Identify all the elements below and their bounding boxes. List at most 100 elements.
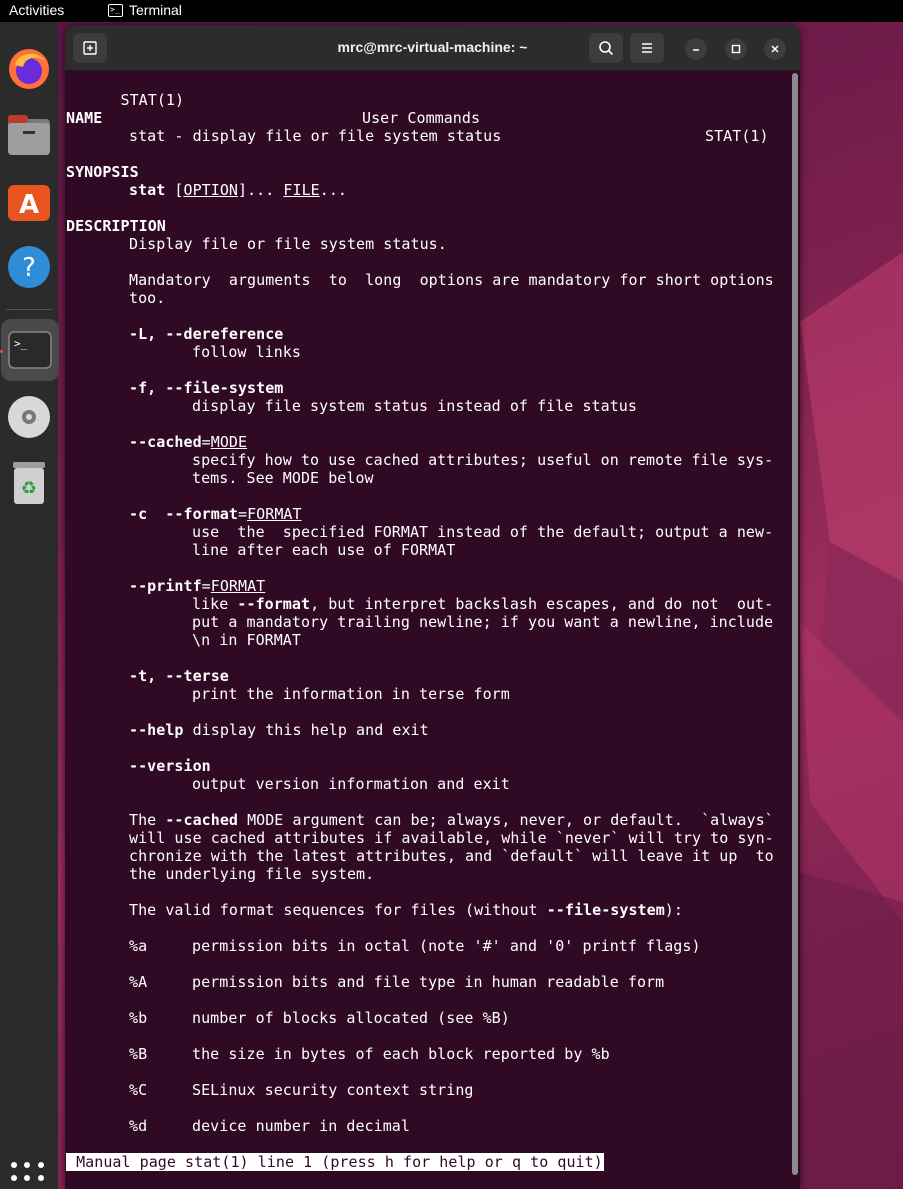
synopsis-mid: ]... (238, 181, 284, 199)
top-bar: Activities >_ Terminal (0, 0, 903, 22)
name-text: stat - display file or file system statu… (129, 127, 502, 145)
format-code: %A (129, 973, 148, 991)
format-desc: permission bits and file type in human r… (192, 973, 665, 991)
desc-line: too. (129, 289, 166, 307)
firefox-icon (9, 49, 49, 89)
synopsis-file: FILE (283, 181, 320, 199)
synopsis-cmd: stat (129, 181, 166, 199)
app-center-icon: A (8, 185, 50, 221)
minimize-button[interactable] (685, 38, 707, 60)
dock-disc[interactable] (4, 392, 54, 442)
mode-paragraph: the underlying file system. (129, 865, 375, 883)
man-header: STAT(1) User Commands STAT(1) (66, 73, 769, 145)
format-code: %C (129, 1081, 148, 1099)
svg-text:?: ? (22, 253, 36, 283)
option-printf-arg: FORMAT (210, 577, 266, 595)
maximize-icon (731, 44, 741, 54)
disc-icon (8, 396, 50, 438)
header-left: STAT(1) (120, 91, 185, 109)
maximize-button[interactable] (725, 38, 747, 60)
option-version-desc: output version information and exit (192, 775, 510, 793)
hamburger-menu-icon (642, 43, 652, 53)
dock-app-center[interactable]: A (4, 176, 54, 226)
valid-part: ): (664, 901, 683, 919)
mode-part: MODE argument can be; always, never, or … (237, 811, 774, 829)
desc-line: Display file or file system status. (129, 235, 447, 253)
dock-trash[interactable]: ♻ (4, 458, 54, 508)
mode-paragraph: The --cached MODE argument can be; alway… (129, 811, 774, 829)
format-row: %C SELinux security context string (129, 1081, 473, 1099)
svg-text:>_: >_ (14, 337, 28, 350)
option-c-arg: FORMAT (247, 505, 302, 523)
app-menu[interactable]: >_ Terminal (108, 2, 182, 18)
running-indicator (0, 350, 3, 353)
activities-button[interactable]: Activities (9, 2, 64, 18)
option-c-desc: use the specified FORMAT instead of the … (192, 523, 774, 541)
option-cached: --cached=MODE (129, 433, 248, 451)
printf-desc-flag: --format (237, 595, 311, 613)
header-center: User Commands (362, 109, 481, 127)
show-apps-icon[interactable] (11, 1162, 45, 1189)
printf-desc-part: like (192, 595, 238, 613)
svg-text:♻: ♻ (21, 478, 37, 499)
option-cached-desc: specify how to use cached attributes; us… (192, 451, 774, 469)
format-code: %d (129, 1117, 148, 1135)
close-icon (771, 45, 779, 53)
section-name: NAME (66, 109, 103, 127)
format-row: %d device number in decimal (129, 1117, 410, 1135)
svg-text:A: A (19, 190, 39, 220)
option-printf: --printf=FORMAT (129, 577, 266, 595)
option-cached-flag: --cached (129, 433, 202, 451)
format-desc: permission bits in octal (note '#' and '… (192, 937, 701, 955)
dock-help[interactable]: ? (4, 242, 54, 292)
synopsis-option: OPTION (183, 181, 238, 199)
trash-icon: ♻ (13, 462, 45, 504)
format-row: %b number of blocks allocated (see %B) (129, 1009, 510, 1027)
option-f: -f, --file-system (129, 379, 284, 397)
printf-desc-part: , but interpret backslash escapes, and d… (310, 595, 774, 613)
terminal-content[interactable]: STAT(1) User Commands STAT(1) NAME stat … (65, 71, 800, 1189)
app-menu-label: Terminal (129, 2, 182, 18)
option-version: --version (129, 757, 211, 775)
option-t-desc: print the information in terse form (192, 685, 510, 703)
option-cached-desc: tems. See MODE below (192, 469, 374, 487)
option-printf-flag: --printf (129, 577, 202, 595)
status-line: Manual page stat(1) line 1 (press h for … (66, 1153, 604, 1171)
search-button[interactable] (589, 33, 623, 63)
format-row: %A permission bits and file type in human… (129, 973, 664, 991)
section-description: DESCRIPTION (66, 217, 166, 235)
valid-flag: --file-system (546, 901, 665, 919)
option-printf-desc: put a mandatory trailing newline; if you… (192, 613, 774, 631)
format-row: %B the size in bytes of each block report… (129, 1045, 610, 1063)
section-synopsis: SYNOPSIS (66, 163, 139, 181)
format-code: %a (129, 937, 148, 955)
dock-firefox[interactable] (4, 44, 54, 94)
pager-status: Manual page stat(1) line 1 (press h for … (66, 1153, 604, 1171)
option-L: -L, --dereference (129, 325, 284, 343)
menu-button[interactable] (630, 33, 664, 63)
format-code: %B (129, 1045, 148, 1063)
dock: A ? >_ ♻ (0, 22, 59, 1189)
synopsis-end: ... (319, 181, 347, 199)
option-t: -t, --terse (129, 667, 229, 685)
mode-paragraph: chronize with the latest attributes, and… (129, 847, 774, 865)
scrollbar[interactable] (792, 73, 798, 1175)
close-button[interactable] (764, 38, 786, 60)
dock-terminal[interactable]: >_ (1, 319, 59, 381)
format-desc: number of blocks allocated (see %B) (192, 1009, 510, 1027)
title-bar: mrc@mrc-virtual-machine: ~ (65, 25, 800, 71)
option-help-desc: display this help and exit (183, 721, 429, 739)
files-icon (8, 115, 50, 155)
option-c: -c --format=FORMAT (129, 505, 302, 523)
search-icon (599, 41, 614, 56)
synopsis-text: stat [OPTION]... FILE... (129, 181, 347, 199)
format-row: %a permission bits in octal (note '#' and… (129, 937, 700, 955)
dock-files[interactable] (4, 110, 54, 160)
option-cached-arg: MODE (210, 433, 248, 451)
valid-part: The valid format sequences for files (wi… (129, 901, 547, 919)
format-code: %b (129, 1009, 148, 1027)
terminal-icon: >_ (8, 331, 52, 369)
option-c-flag: -c --format (129, 505, 238, 523)
valid-formats-intro: The valid format sequences for files (wi… (129, 901, 683, 919)
minimize-icon (693, 49, 699, 51)
